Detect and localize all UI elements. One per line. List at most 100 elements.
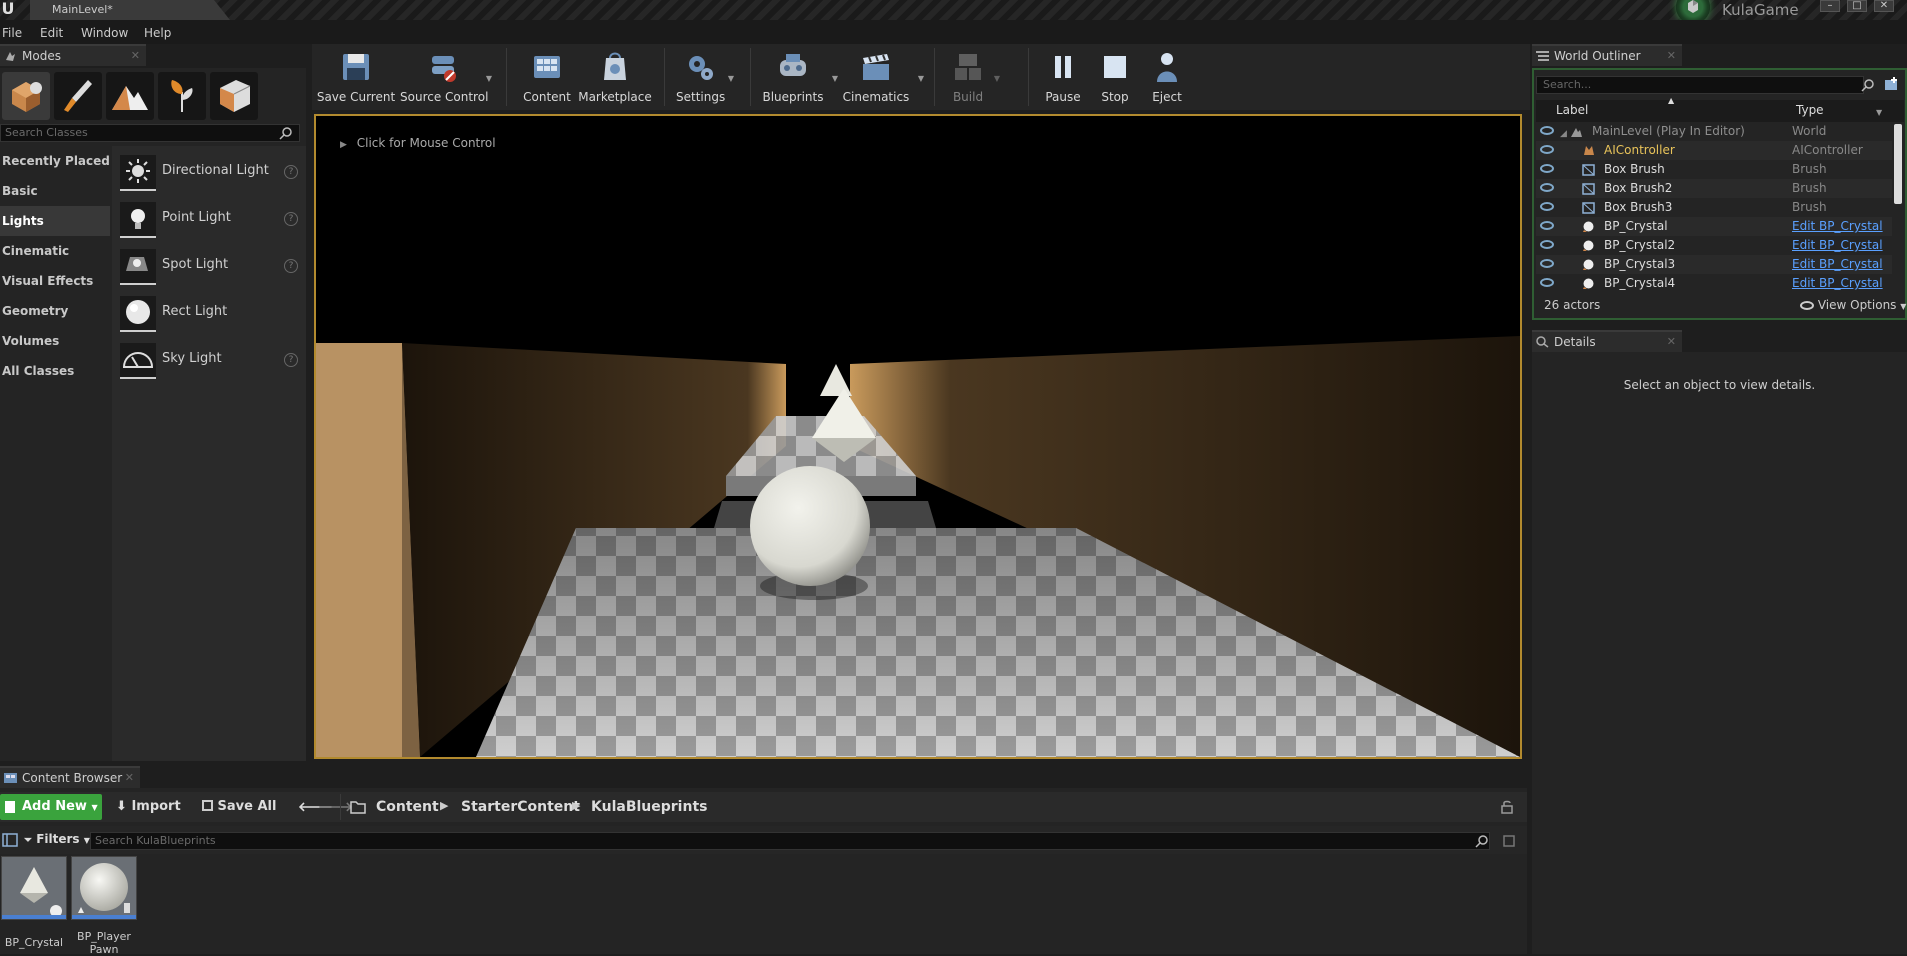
visibility-eye-icon[interactable] — [1540, 202, 1554, 211]
search-icon[interactable] — [1475, 834, 1489, 848]
outliner-row-world[interactable]: ◢ MainLevel (Play In Editor) World — [1536, 122, 1892, 141]
column-type[interactable]: Type — [1796, 103, 1824, 117]
edit-blueprint-link[interactable]: Edit BP_Crystal — [1792, 236, 1883, 255]
list-item-point-light[interactable]: Point Light ? — [118, 196, 302, 242]
close-icon[interactable]: ✕ — [125, 768, 134, 788]
import-button[interactable]: ⬇ Import — [116, 799, 181, 814]
search-icon[interactable] — [279, 126, 293, 140]
close-icon[interactable]: ✕ — [1667, 46, 1676, 66]
level-document-tab[interactable]: MainLevel* — [30, 0, 230, 20]
breadcrumb-kulablueprints[interactable]: KulaBlueprints — [591, 799, 707, 815]
build-button[interactable]: Build ▼ — [946, 48, 1000, 108]
lock-icon[interactable] — [1500, 800, 1514, 814]
list-item-directional-light[interactable]: Directional Light ? — [118, 149, 302, 195]
add-new-button[interactable]: Add New ▼ — [0, 794, 102, 820]
asset-bp-player-pawn[interactable] — [71, 856, 137, 920]
minimize-button[interactable]: – — [1820, 0, 1840, 12]
visibility-eye-icon[interactable] — [1540, 145, 1554, 154]
search-classes-input[interactable]: Search Classes — [0, 124, 300, 142]
visibility-eye-icon[interactable] — [1540, 183, 1554, 192]
geometry-mode-button[interactable] — [210, 72, 258, 120]
maximize-button[interactable]: □ — [1847, 0, 1867, 12]
outliner-scrollbar[interactable] — [1894, 124, 1902, 204]
outliner-row-box-brush3[interactable]: Box Brush3 Brush — [1536, 198, 1892, 217]
content-search-input[interactable]: Search KulaBlueprints — [90, 832, 1490, 850]
chevron-down-icon[interactable]: ▼ — [994, 74, 1000, 83]
sort-ascending-icon[interactable]: ▲ — [1668, 96, 1674, 105]
category-volumes[interactable]: Volumes — [0, 326, 110, 356]
close-window-button[interactable]: ✕ — [1874, 0, 1894, 12]
stop-button[interactable]: Stop — [1094, 48, 1136, 108]
forward-arrow-icon[interactable]: 🡒 — [318, 799, 353, 815]
menu-help[interactable]: Help — [144, 26, 171, 40]
outliner-row-box-brush2[interactable]: Box Brush2 Brush — [1536, 179, 1892, 198]
save-search-icon[interactable] — [1502, 834, 1516, 848]
outliner-row-bp-crystal3[interactable]: BP_Crystal3 Edit BP_Crystal — [1536, 255, 1892, 274]
category-visual-effects[interactable]: Visual Effects — [0, 266, 110, 296]
category-basic[interactable]: Basic — [0, 176, 110, 206]
category-all-classes[interactable]: All Classes — [0, 356, 110, 386]
outliner-row-aicontroller[interactable]: AIController AIController — [1536, 141, 1892, 160]
visibility-eye-icon[interactable] — [1540, 240, 1554, 249]
chevron-down-icon[interactable]: ▼ — [486, 74, 492, 83]
category-cinematic[interactable]: Cinematic — [0, 236, 110, 266]
list-item-sky-light[interactable]: Sky Light ? — [118, 337, 302, 383]
outliner-row-bp-crystal2[interactable]: BP_Crystal2 Edit BP_Crystal — [1536, 236, 1892, 255]
eject-button[interactable]: Eject — [1146, 48, 1188, 108]
visibility-eye-icon[interactable] — [1540, 278, 1554, 287]
cinematics-button[interactable]: Cinematics ▼ — [842, 48, 924, 108]
menu-window[interactable]: Window — [81, 26, 128, 40]
outliner-row-bp-crystal4[interactable]: BP_Crystal4 Edit BP_Crystal — [1536, 274, 1892, 293]
outliner-row-bp-crystal[interactable]: BP_Crystal Edit BP_Crystal — [1536, 217, 1892, 236]
menu-file[interactable]: File — [2, 26, 22, 40]
level-viewport[interactable] — [314, 114, 1522, 759]
breadcrumb-separator-icon[interactable]: ▶ — [440, 799, 448, 812]
landscape-mode-button[interactable] — [106, 72, 154, 120]
close-icon[interactable]: ✕ — [131, 46, 140, 66]
help-icon[interactable]: ? — [284, 259, 298, 273]
edit-blueprint-link[interactable]: Edit BP_Crystal — [1792, 255, 1883, 274]
list-item-rect-light[interactable]: Rect Light — [118, 290, 302, 336]
chevron-down-icon[interactable]: ▼ — [1876, 108, 1882, 117]
blueprints-button[interactable]: Blueprints ▼ — [762, 48, 838, 108]
save-all-button[interactable]: Save All — [202, 799, 276, 814]
list-item-spot-light[interactable]: Spot Light ? — [118, 243, 302, 289]
mouse-control-hint[interactable]: ▶ Click for Mouse Control — [340, 136, 496, 150]
search-icon[interactable] — [1861, 78, 1875, 92]
chevron-down-icon[interactable]: ▼ — [728, 74, 734, 83]
view-options-button[interactable]: View Options ▼ — [1800, 298, 1906, 312]
breadcrumb-startercontent[interactable]: StarterContent — [461, 799, 580, 815]
visibility-eye-icon[interactable] — [1540, 126, 1554, 135]
asset-bp-crystal[interactable] — [1, 856, 67, 920]
foliage-mode-button[interactable] — [158, 72, 206, 120]
chevron-down-icon[interactable]: ▼ — [918, 74, 924, 83]
breadcrumb-content[interactable]: Content — [376, 799, 439, 815]
tab-world-outliner[interactable]: World Outliner ✕ — [1532, 44, 1682, 66]
tab-modes[interactable]: Modes ✕ — [0, 44, 146, 66]
source-control-button[interactable]: Source Control ▼ — [400, 48, 492, 108]
marketplace-button[interactable]: Marketplace — [578, 48, 652, 108]
tab-content-browser[interactable]: Content Browser ✕ — [0, 766, 140, 788]
content-button[interactable]: Content — [520, 48, 574, 108]
settings-button[interactable]: Settings ▼ — [676, 48, 734, 108]
visibility-eye-icon[interactable] — [1540, 164, 1554, 173]
visibility-eye-icon[interactable] — [1540, 259, 1554, 268]
help-icon[interactable]: ? — [284, 165, 298, 179]
outliner-search-input[interactable]: Search... — [1536, 76, 1864, 94]
place-mode-button[interactable] — [2, 72, 50, 120]
breadcrumb-separator-icon[interactable]: ▶ — [572, 799, 580, 812]
tab-details[interactable]: Details ✕ — [1532, 330, 1682, 352]
category-lights[interactable]: Lights — [0, 206, 110, 236]
add-folder-icon[interactable] — [1884, 76, 1900, 92]
column-label[interactable]: Label — [1556, 103, 1588, 117]
save-current-button[interactable]: Save Current — [316, 48, 396, 108]
menu-edit[interactable]: Edit — [40, 26, 63, 40]
folder-icon[interactable] — [350, 800, 366, 814]
help-icon[interactable]: ? — [284, 353, 298, 367]
outliner-row-box-brush[interactable]: Box Brush Brush — [1536, 160, 1892, 179]
pause-button[interactable]: Pause — [1042, 48, 1084, 108]
close-icon[interactable]: ✕ — [1667, 332, 1676, 352]
category-geometry[interactable]: Geometry — [0, 296, 110, 326]
edit-blueprint-link[interactable]: Edit BP_Crystal — [1792, 274, 1883, 293]
visibility-eye-icon[interactable] — [1540, 221, 1554, 230]
